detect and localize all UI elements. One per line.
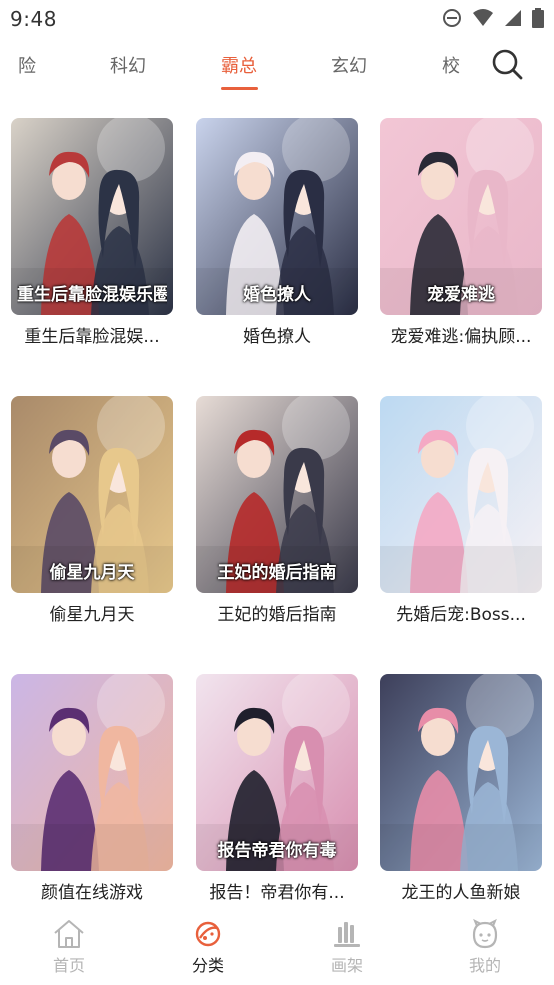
comic-cover-image[interactable] (380, 396, 542, 593)
status-bar: 9:48 (0, 0, 554, 36)
comic-title[interactable]: 报告！帝君你有... (196, 878, 358, 903)
profile-face-icon (472, 918, 498, 949)
nav-bookshelf-label: 画架 (330, 956, 363, 975)
tab-campus[interactable]: 校 (442, 52, 460, 78)
cover-title-art: 婚色撩人 (243, 285, 311, 305)
active-tab-indicator (221, 87, 258, 90)
category-planet-icon (195, 921, 221, 947)
cover-title-art: 报告帝君你有毒 (217, 841, 337, 861)
comic-cover-image[interactable] (11, 674, 173, 871)
comic-title[interactable]: 重生后靠脸混娱... (11, 322, 173, 347)
comic-title[interactable]: 先婚后宠:Boss... (380, 600, 542, 625)
nav-category[interactable]: 分类 (168, 918, 248, 976)
battery-icon (532, 8, 544, 28)
status-icons (442, 8, 544, 28)
wifi-icon (473, 9, 493, 26)
nav-bookshelf[interactable]: 画架 (307, 918, 387, 976)
category-tab-bar: 险 科幻 霸总 玄幻 校 (0, 38, 554, 92)
bookshelf-icon (334, 922, 360, 947)
comic-cover-image[interactable]: 婚色撩人 (196, 118, 358, 315)
comic-title[interactable]: 龙王的人鱼新娘 (380, 878, 542, 903)
cover-title-art: 偷星九月天 (49, 563, 135, 583)
comic-card[interactable]: 婚色撩人 婚色撩人 (196, 118, 358, 347)
bottom-navigation: 首页 分类 画架 我的 (0, 912, 554, 985)
home-icon (54, 920, 84, 948)
comic-card[interactable]: 偷星九月天 偷星九月天 (11, 396, 173, 625)
cover-title-art: 宠爱难逃 (427, 285, 495, 305)
tab-adventure[interactable]: 险 (18, 52, 36, 78)
tab-scifi[interactable]: 科幻 (110, 52, 146, 78)
comic-cover-image[interactable] (380, 674, 542, 871)
comic-card[interactable]: 重生后靠脸混娱乐圈重生后靠脸混娱... (11, 118, 173, 347)
search-icon[interactable] (490, 47, 524, 81)
comic-title[interactable]: 婚色撩人 (196, 322, 358, 347)
tab-fantasy[interactable]: 玄幻 (331, 52, 367, 78)
nav-profile[interactable]: 我的 (445, 918, 525, 976)
comic-card[interactable]: 王妃的婚后指南 王妃的婚后指南 (196, 396, 358, 625)
nav-category-label: 分类 (191, 956, 224, 975)
comic-card[interactable]: 颜值在线游戏 (11, 674, 173, 903)
comic-card[interactable]: 报告帝君你有毒报告！帝君你有... (196, 674, 358, 903)
nav-home[interactable]: 首页 (29, 918, 109, 976)
comic-card[interactable]: 宠爱难逃宠爱难逃:偏执顾... (380, 118, 542, 347)
nav-home-label: 首页 (52, 956, 85, 975)
comic-cover-image[interactable]: 偷星九月天 (11, 396, 173, 593)
comic-title[interactable]: 宠爱难逃:偏执顾... (380, 322, 542, 347)
do-not-disturb-icon (443, 9, 461, 27)
comic-title[interactable]: 颜值在线游戏 (11, 878, 173, 903)
comic-cover-image[interactable]: 重生后靠脸混娱乐圈 (11, 118, 173, 315)
tab-ceo-romance[interactable]: 霸总 (221, 52, 257, 78)
comic-cover-image[interactable]: 王妃的婚后指南 (196, 396, 358, 593)
comic-title[interactable]: 王妃的婚后指南 (196, 600, 358, 625)
comic-card[interactable]: 龙王的人鱼新娘 (380, 674, 542, 903)
comic-cover-image[interactable]: 报告帝君你有毒 (196, 674, 358, 871)
nav-profile-label: 我的 (468, 956, 501, 975)
status-time: 9:48 (10, 7, 57, 31)
cover-title-art: 王妃的婚后指南 (217, 563, 337, 583)
comic-title[interactable]: 偷星九月天 (11, 600, 173, 625)
signal-icon (505, 10, 521, 26)
cover-title-art: 重生后靠脸混娱乐圈 (17, 285, 167, 305)
comic-cover-image[interactable]: 宠爱难逃 (380, 118, 542, 315)
comic-card[interactable]: 先婚后宠:Boss... (380, 396, 542, 625)
